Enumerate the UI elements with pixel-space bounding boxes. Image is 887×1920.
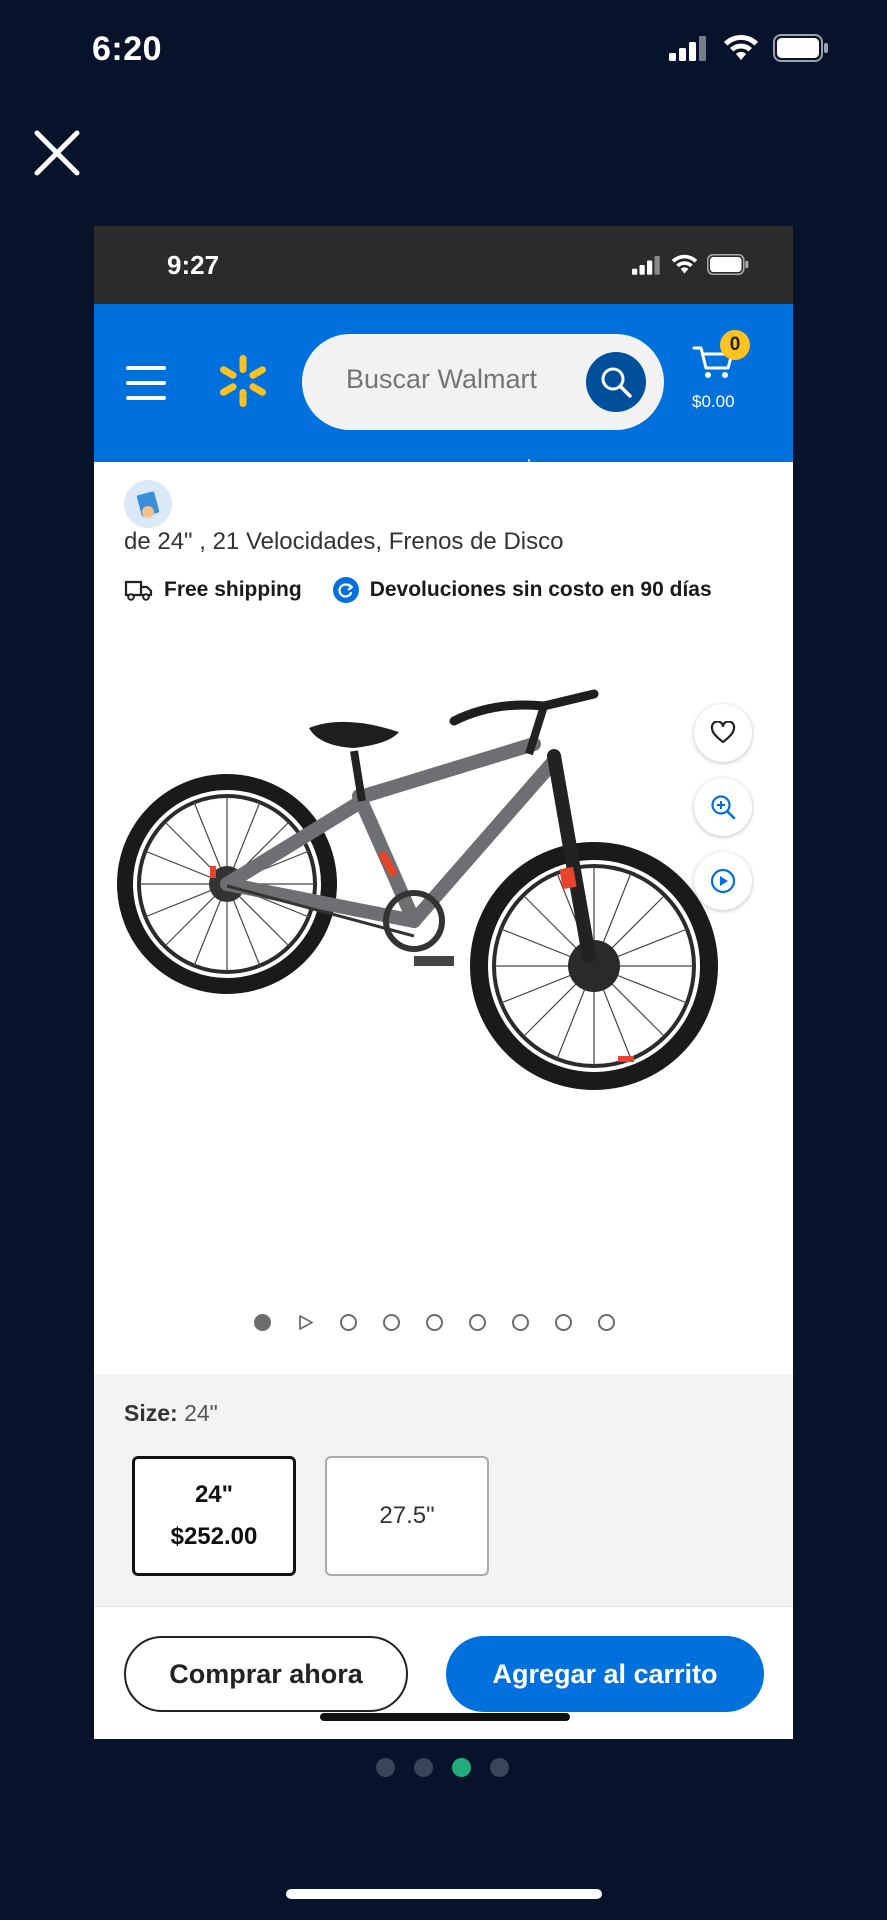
truck-icon [124,580,153,601]
size-selected-value: 24" [184,1400,218,1426]
size-option-24[interactable]: 24" $252.00 [132,1456,296,1576]
home-indicator[interactable] [286,1889,602,1899]
search-bar[interactable] [302,334,664,430]
chevron-down-icon[interactable] [732,464,756,484]
cart-button[interactable]: 0 $0.00 [692,330,762,420]
size-option-price: $252.00 [170,1523,258,1550]
close-icon[interactable] [32,128,82,178]
image-pager-dot[interactable] [340,1314,357,1331]
free-shipping-badge: Free shipping [124,578,302,602]
menu-icon[interactable] [126,366,166,400]
search-icon [601,367,632,398]
carousel-dot[interactable] [452,1758,471,1777]
image-pager-dot[interactable] [512,1314,529,1331]
wifi-icon [724,34,758,60]
size-selector: Size: 24" 24" $252.00 27.5" [94,1374,793,1606]
carousel-dot[interactable] [376,1758,395,1777]
zoom-in-icon [711,795,736,820]
cart-count-badge: 0 [720,330,750,360]
carousel-dot[interactable] [414,1758,433,1777]
product-title: de 24" , 21 Velocidades, Frenos de Disco [124,528,564,555]
outer-status-time: 6:20 [92,30,163,68]
walmart-header: 0 $0.00 ¿Cómo quieres tus artículos? 850… [94,304,793,528]
size-option-label: 24" [194,1481,234,1508]
cart-total: $0.00 [692,392,735,411]
image-pager-dot[interactable] [254,1314,271,1331]
screenshot-carousel-dots [376,1758,509,1777]
delivery-icon [124,480,172,528]
video-button[interactable] [694,852,752,910]
heart-icon [710,721,736,744]
battery-icon [773,34,828,62]
size-label: Size: 24" [124,1400,218,1427]
image-pager [254,1314,615,1331]
zoom-button[interactable] [694,778,752,836]
search-input[interactable] [346,364,586,395]
image-pager-dot[interactable] [469,1314,486,1331]
product-image[interactable] [114,636,754,1156]
inner-status-time: 9:27 [167,250,220,280]
buy-now-button[interactable]: Comprar ahora [124,1636,408,1712]
battery-icon [707,254,749,275]
size-option-27-5[interactable]: 27.5" [325,1456,489,1576]
search-button[interactable] [586,352,646,412]
favorite-button[interactable] [694,704,752,762]
outer-status-icons [669,34,829,62]
inner-status-bar: 9:27 [94,226,793,304]
size-option-label: 27.5" [379,1502,435,1529]
returns-icon [332,577,359,603]
play-icon [710,868,736,894]
image-actions [694,704,752,910]
add-to-cart-button[interactable]: Agregar al carrito [446,1636,764,1712]
cellular-signal-icon [632,255,660,275]
free-returns-badge: Devoluciones sin costo en 90 días [332,576,712,604]
carousel-dot[interactable] [490,1758,509,1777]
image-pager-dot[interactable] [383,1314,400,1331]
walmart-spark-logo[interactable] [216,354,270,408]
free-returns-label: Devoluciones sin costo en 90 días [369,578,712,601]
product-badges: Free shipping Devoluciones sin costo en … [124,576,712,604]
delivery-zip[interactable]: 85008 [549,461,616,489]
inner-home-indicator [320,1713,570,1721]
video-pager-icon[interactable] [297,1314,314,1331]
image-pager-dot[interactable] [598,1314,615,1331]
image-pager-dot[interactable] [555,1314,572,1331]
size-label-key: Size: [124,1400,178,1426]
screenshot-card[interactable]: 9:27 Buscar Walmart 0 $0.00 ¿Cómo quiere… [94,226,793,1739]
cellular-signal-icon [669,36,706,61]
delivery-question[interactable]: ¿Cómo quieres tus artículos? [188,461,527,489]
outer-status-bar: 6:20 [0,0,887,100]
image-pager-dot[interactable] [426,1314,443,1331]
inner-status-icons [632,254,749,275]
delivery-divider [528,459,530,487]
free-shipping-label: Free shipping [164,578,302,601]
wifi-icon [671,254,698,274]
